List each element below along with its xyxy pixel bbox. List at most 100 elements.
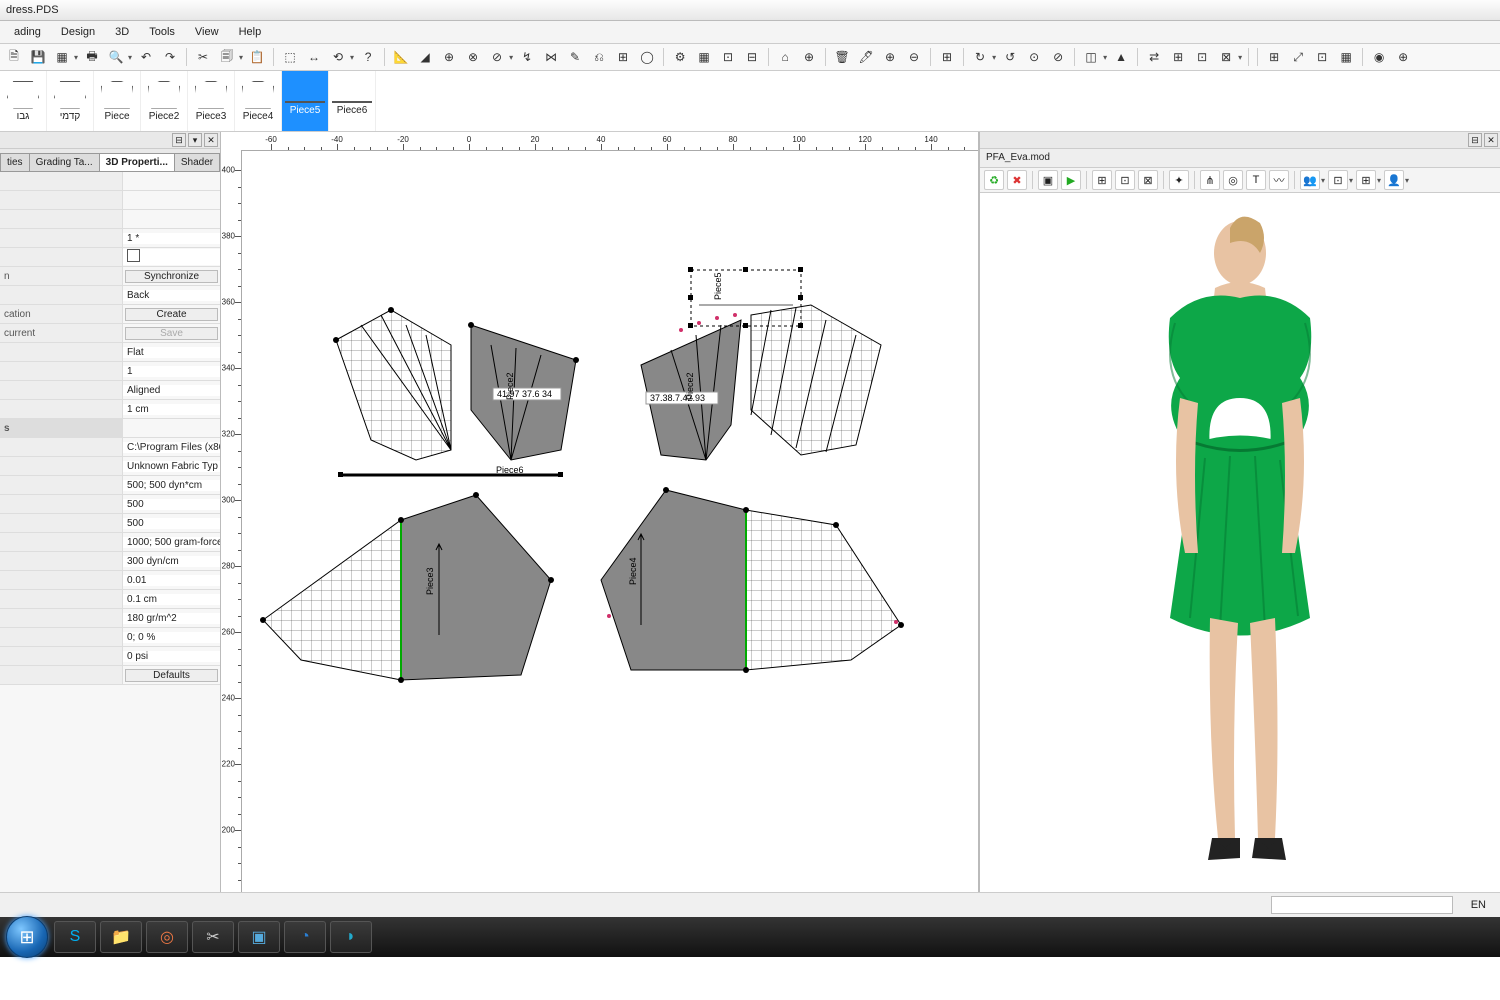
piece6[interactable]: Piece6 (338, 465, 563, 477)
prop-value[interactable]: 1 (123, 366, 220, 377)
toolbar-btn-60[interactable]: ⊡ (1312, 47, 1332, 67)
toolbar-btn-4[interactable]: 🔍 (106, 47, 126, 67)
toolbar-btn-25[interactable]: ⎌ (589, 47, 609, 67)
prop-btn-synchronize[interactable]: Synchronize (125, 270, 218, 283)
toolbar-btn-49[interactable]: ◫ (1081, 47, 1101, 67)
prop-value[interactable]: 0.1 cm (123, 594, 220, 605)
piece3[interactable]: Piece3 (263, 495, 551, 680)
piece-upper-left[interactable]: 41.97 37.6 34 Piece2 (336, 310, 576, 460)
taskbar-app2[interactable]: ◗ (330, 921, 372, 953)
menu-3d[interactable]: 3D (105, 26, 139, 38)
tab-3DProperti[interactable]: 3D Properti... (99, 153, 175, 171)
taskbar-skype[interactable]: S (54, 921, 96, 953)
toolbar-btn-50[interactable]: ▲ (1111, 47, 1131, 67)
toolbar-btn-42[interactable]: ⊞ (937, 47, 957, 67)
prop-value[interactable]: Unknown Fabric Typ (123, 461, 220, 472)
viewer-btn-1[interactable]: ✖ (1007, 170, 1027, 190)
prop-value[interactable]: 500; 500 dyn*cm (123, 480, 220, 491)
taskbar-teamviewer[interactable]: ◔ (284, 921, 326, 953)
prop-value[interactable]: Aligned (123, 385, 220, 396)
toolbar-btn-63[interactable]: ◉ (1369, 47, 1389, 67)
taskbar-scissors[interactable]: ✂ (192, 921, 234, 953)
toolbar-btn-27[interactable]: ◯ (637, 47, 657, 67)
toolbar-btn-3[interactable]: 🖶 (82, 47, 102, 67)
toolbar-btn-45[interactable]: ↺ (1000, 47, 1020, 67)
toolbar-btn-15[interactable]: ? (358, 47, 378, 67)
design-canvas[interactable]: -60-40-20020406080100120140 400380360340… (221, 132, 978, 892)
toolbar-btn-6[interactable]: ↷ (160, 47, 180, 67)
viewer-btn-8[interactable]: ⊠ (1138, 170, 1158, 190)
prop-value[interactable]: Back (123, 290, 220, 301)
viewer-btn-19[interactable]: ⊡ (1328, 170, 1348, 190)
toolbar-btn-29[interactable]: ⚙ (670, 47, 690, 67)
prop-btn-create[interactable]: Create (125, 308, 218, 321)
viewer-btn-13[interactable]: ◎ (1223, 170, 1243, 190)
toolbar-btn-54[interactable]: ⊡ (1192, 47, 1212, 67)
toolbar-btn-18[interactable]: ◢ (415, 47, 435, 67)
toolbar-btn-5[interactable]: ↶ (136, 47, 156, 67)
toolbar-btn-53[interactable]: ⊞ (1168, 47, 1188, 67)
viewer-btn-21[interactable]: ⊞ (1356, 170, 1376, 190)
viewer-btn-0[interactable]: ♻ (984, 170, 1004, 190)
prop-value[interactable]: 300 dyn/cm (123, 556, 220, 567)
toolbar-btn-14[interactable]: ⟲ (328, 47, 348, 67)
piece4[interactable]: Piece4 (601, 490, 901, 670)
toolbar-btn-47[interactable]: ⊘ (1048, 47, 1068, 67)
prop-value[interactable]: 0 psi (123, 651, 220, 662)
toolbar-btn-55[interactable]: ⊠ (1216, 47, 1236, 67)
dock-close-icon[interactable]: ✕ (204, 133, 218, 147)
prop-value[interactable]: 1000; 500 gram-force (123, 537, 220, 548)
prop-value[interactable]: Flat (123, 347, 220, 358)
toolbar-btn-0[interactable]: 🗎 (4, 47, 24, 67)
viewer-btn-15[interactable]: 〰 (1269, 170, 1289, 190)
toolbar-btn-10[interactable]: 📋 (247, 47, 267, 67)
viewer-btn-12[interactable]: ⋔ (1200, 170, 1220, 190)
viewer-pin-icon[interactable]: ⊟ (1468, 133, 1482, 147)
toolbar-btn-30[interactable]: ▦ (694, 47, 714, 67)
menu-view[interactable]: View (185, 26, 229, 38)
toolbar-btn-2[interactable]: ▦ (52, 47, 72, 67)
toolbar-btn-12[interactable]: ⬚ (280, 47, 300, 67)
toolbar-btn-1[interactable]: 💾 (28, 47, 48, 67)
dock-pin-icon[interactable]: ⊟ (172, 133, 186, 147)
piece-upper-right[interactable]: 37.38.7.42.93 Piece2 Piece5 (641, 267, 881, 460)
toolbar-btn-34[interactable]: ⌂ (775, 47, 795, 67)
prop-btn-defaults[interactable]: Defaults (125, 669, 218, 682)
taskbar-app[interactable]: ▣ (238, 921, 280, 953)
toolbar-btn-40[interactable]: ⊖ (904, 47, 924, 67)
toolbar-btn-37[interactable]: 🗑 (832, 47, 852, 67)
viewer-btn-6[interactable]: ⊞ (1092, 170, 1112, 190)
menu-tools[interactable]: Tools (139, 26, 185, 38)
taskbar-explorer[interactable]: 📁 (100, 921, 142, 953)
menu-design[interactable]: Design (51, 26, 105, 38)
tab-GradingTa[interactable]: Grading Ta... (29, 153, 100, 171)
toolbar-btn-20[interactable]: ⊗ (463, 47, 483, 67)
prop-value[interactable]: C:\Program Files (x86 (123, 442, 220, 453)
viewer-close-icon[interactable]: ✕ (1484, 133, 1498, 147)
piece-thumb-Piece[interactable]: Piece (94, 71, 141, 131)
toolbar-btn-31[interactable]: ⊡ (718, 47, 738, 67)
piece-thumb-Piece6[interactable]: Piece6 (329, 71, 376, 131)
viewer-btn-14[interactable]: T (1246, 170, 1266, 190)
toolbar-btn-9[interactable]: 🗐 (217, 47, 237, 67)
prop-value[interactable]: 0.01 (123, 575, 220, 586)
toolbar-btn-52[interactable]: ⇄ (1144, 47, 1164, 67)
piece-thumb-Piece3[interactable]: Piece3 (188, 71, 235, 131)
toolbar-btn-39[interactable]: ⊕ (880, 47, 900, 67)
toolbar-btn-44[interactable]: ↻ (970, 47, 990, 67)
start-button[interactable]: ⊞ (6, 916, 48, 958)
piece-thumb-Piece5[interactable]: Piece5 (282, 71, 329, 131)
prop-value[interactable]: 500 (123, 499, 220, 510)
viewer-btn-3[interactable]: ▣ (1038, 170, 1058, 190)
toolbar-btn-8[interactable]: ✂ (193, 47, 213, 67)
piece-thumb-גבו[interactable]: גבו (0, 71, 47, 131)
prop-value[interactable]: 500 (123, 518, 220, 529)
toolbar-btn-22[interactable]: ↯ (517, 47, 537, 67)
piece-thumb-Piece2[interactable]: Piece2 (141, 71, 188, 131)
toolbar-btn-46[interactable]: ⊙ (1024, 47, 1044, 67)
prop-value[interactable]: 180 gr/m^2 (123, 613, 220, 624)
menu-help[interactable]: Help (229, 26, 272, 38)
prop-value[interactable]: 0; 0 % (123, 632, 220, 643)
prop-value[interactable]: 1 cm (123, 404, 220, 415)
toolbar-btn-23[interactable]: ⋈ (541, 47, 561, 67)
